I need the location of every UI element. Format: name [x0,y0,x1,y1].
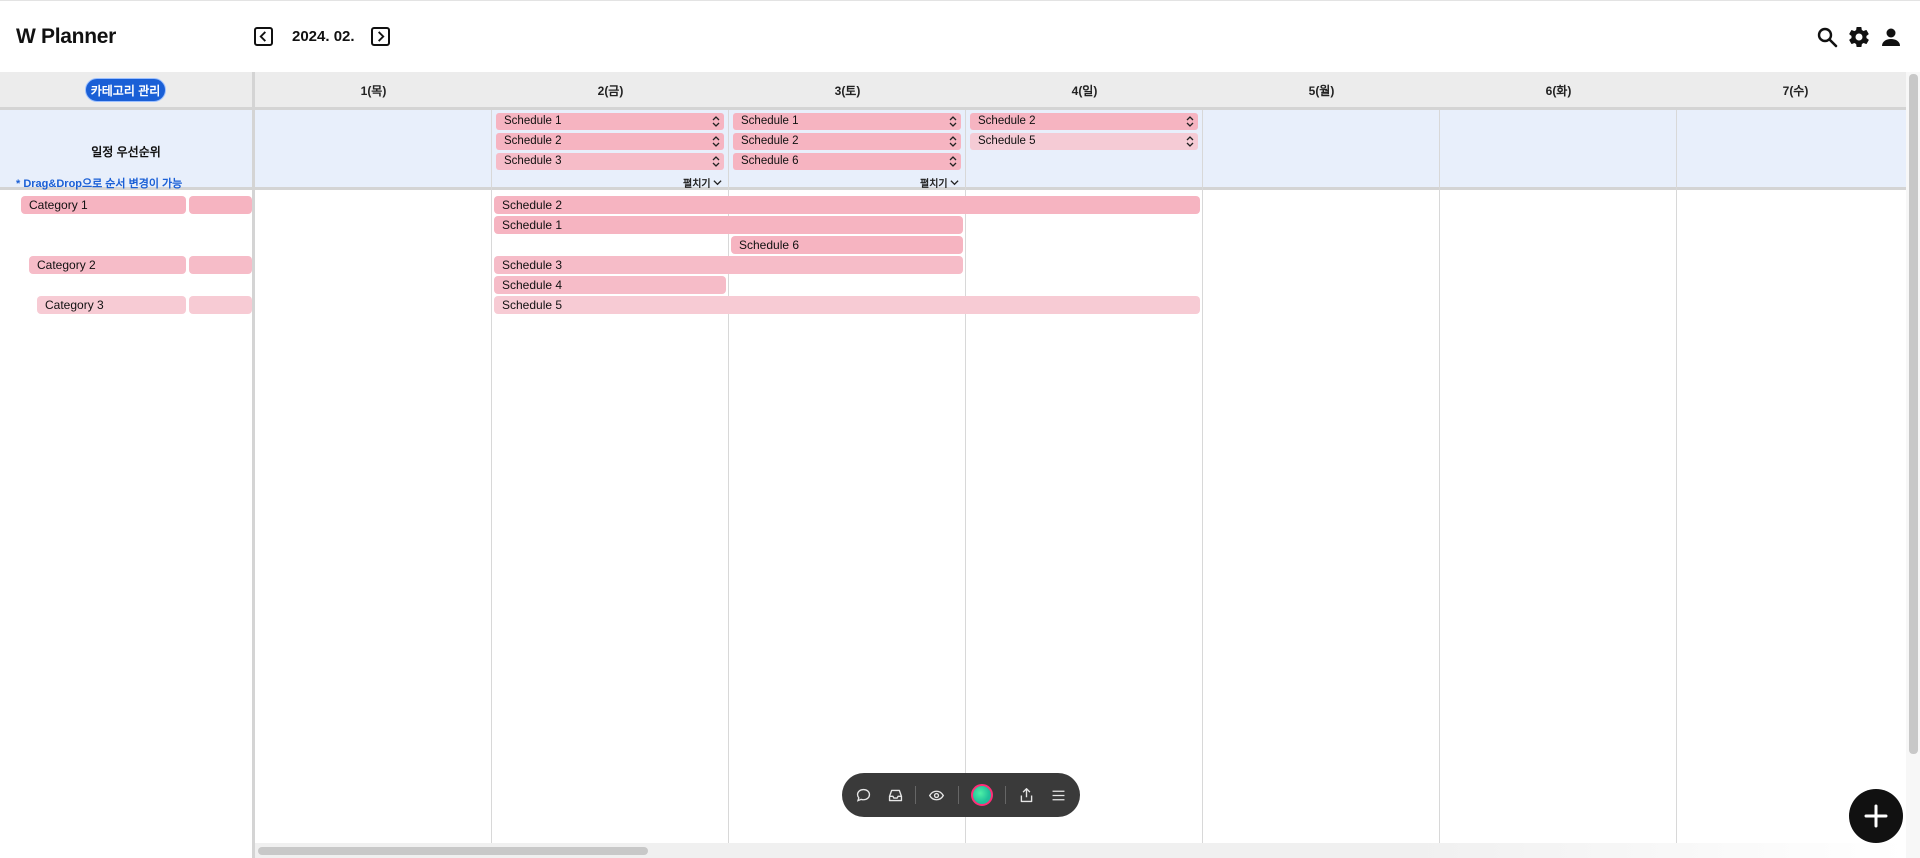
priority-chip-label: Schedule 3 [504,155,562,167]
priority-chip[interactable]: Schedule 6 [733,153,961,170]
search-icon[interactable] [1815,25,1839,49]
priority-chip[interactable]: Schedule 1 [733,113,961,130]
category-color-swatch[interactable] [189,296,252,314]
priority-chip-label: Schedule 2 [741,135,799,147]
floating-toolbar [842,773,1080,817]
priority-chip[interactable]: Schedule 2 [970,113,1198,130]
schedule-bar[interactable]: Schedule 2 [494,196,1200,214]
grid-line [491,110,492,845]
plus-icon [1864,804,1888,828]
horizontal-scroll-thumb[interactable] [258,847,648,855]
user-icon[interactable] [1879,25,1903,49]
sort-icon [1186,136,1194,147]
gear-icon[interactable] [1847,25,1871,49]
day-header-6: 6(화) [1545,84,1572,98]
comment-icon[interactable] [852,784,874,806]
sort-icon [712,116,720,127]
chevron-down-icon [713,180,722,186]
schedule-bar[interactable]: Schedule 5 [494,296,1200,314]
toolbar-separator [958,786,959,804]
schedule-bar[interactable]: Schedule 1 [494,216,963,234]
expand-label: 펼치기 [920,179,948,190]
priority-chip[interactable]: Schedule 2 [496,133,724,150]
day-header-1: 1(목) [360,84,387,98]
sort-icon [949,156,957,167]
grid-line [1676,110,1677,845]
priority-chip[interactable]: Schedule 2 [733,133,961,150]
priority-chip-label: Schedule 1 [741,115,799,127]
priority-title: 일정 우선순위 [91,145,161,159]
category-item[interactable]: Category 1 [21,196,186,214]
sort-icon [712,156,720,167]
day-header-4: 4(일) [1071,84,1098,98]
add-schedule-button[interactable] [1849,789,1903,843]
chevron-right-icon [378,31,385,42]
priority-chip[interactable]: Schedule 3 [496,153,724,170]
category-color-swatch[interactable] [189,256,252,274]
schedule-bar[interactable]: Schedule 6 [731,236,963,254]
priority-chip[interactable]: Schedule 5 [970,133,1198,150]
vertical-scroll-thumb[interactable] [1909,74,1918,754]
share-icon[interactable] [1015,784,1037,806]
grid-line [1202,110,1203,845]
sort-icon [712,136,720,147]
schedule-bar[interactable]: Schedule 4 [494,276,726,294]
next-month-button[interactable] [371,27,390,46]
category-item[interactable]: Category 2 [29,256,186,274]
sidebar-divider [252,72,255,858]
sort-icon [949,136,957,147]
current-month: 2024. 02. [292,28,355,45]
app-title: W Planner [16,25,116,48]
priority-chip-label: Schedule 1 [504,115,562,127]
app-header: W Planner 2024. 02. [0,0,1920,72]
priority-chip-label: Schedule 2 [978,115,1036,127]
expand-button[interactable]: 펼치기 [920,175,959,190]
toolbar-separator [1005,786,1006,804]
color-picker[interactable] [971,784,993,806]
expand-label: 펼치기 [683,179,711,190]
category-item[interactable]: Category 3 [37,296,186,314]
prev-month-button[interactable] [254,27,273,46]
category-manage-button[interactable]: 카테고리 관리 [85,78,166,102]
day-header-7: 7(수) [1782,84,1809,98]
sort-icon [949,116,957,127]
grid-line [1439,110,1440,845]
priority-chip[interactable]: Schedule 1 [496,113,724,130]
eye-settings-icon[interactable] [925,784,947,806]
inbox-icon[interactable] [884,784,906,806]
sort-icon [1186,116,1194,127]
category-color-swatch[interactable] [189,196,252,214]
toolbar-separator [915,786,916,804]
priority-chip-label: Schedule 6 [741,155,799,167]
priority-chip-label: Schedule 5 [978,135,1036,147]
day-header-5: 5(월) [1308,84,1335,98]
chevron-down-icon [950,180,959,186]
day-header-2: 2(금) [597,84,624,98]
priority-chip-label: Schedule 2 [504,135,562,147]
schedule-bar[interactable]: Schedule 3 [494,256,963,274]
day-header-3: 3(토) [834,84,861,98]
menu-icon[interactable] [1047,784,1069,806]
grid-line [965,110,966,845]
chevron-left-icon [259,31,266,42]
priority-note: * Drag&Drop으로 순서 변경이 가능 [16,178,183,190]
expand-button[interactable]: 펼치기 [683,175,722,190]
